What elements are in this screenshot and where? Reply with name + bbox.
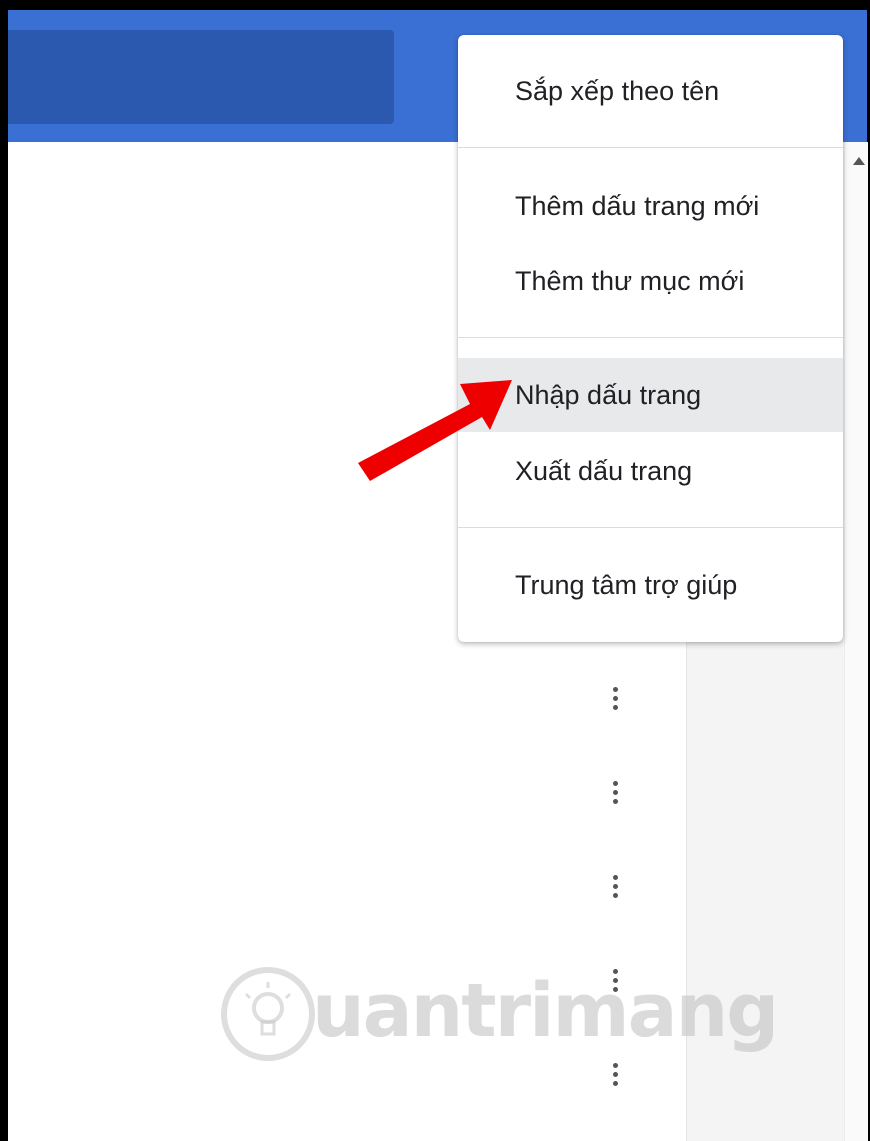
red-arrow-icon bbox=[358, 380, 512, 481]
